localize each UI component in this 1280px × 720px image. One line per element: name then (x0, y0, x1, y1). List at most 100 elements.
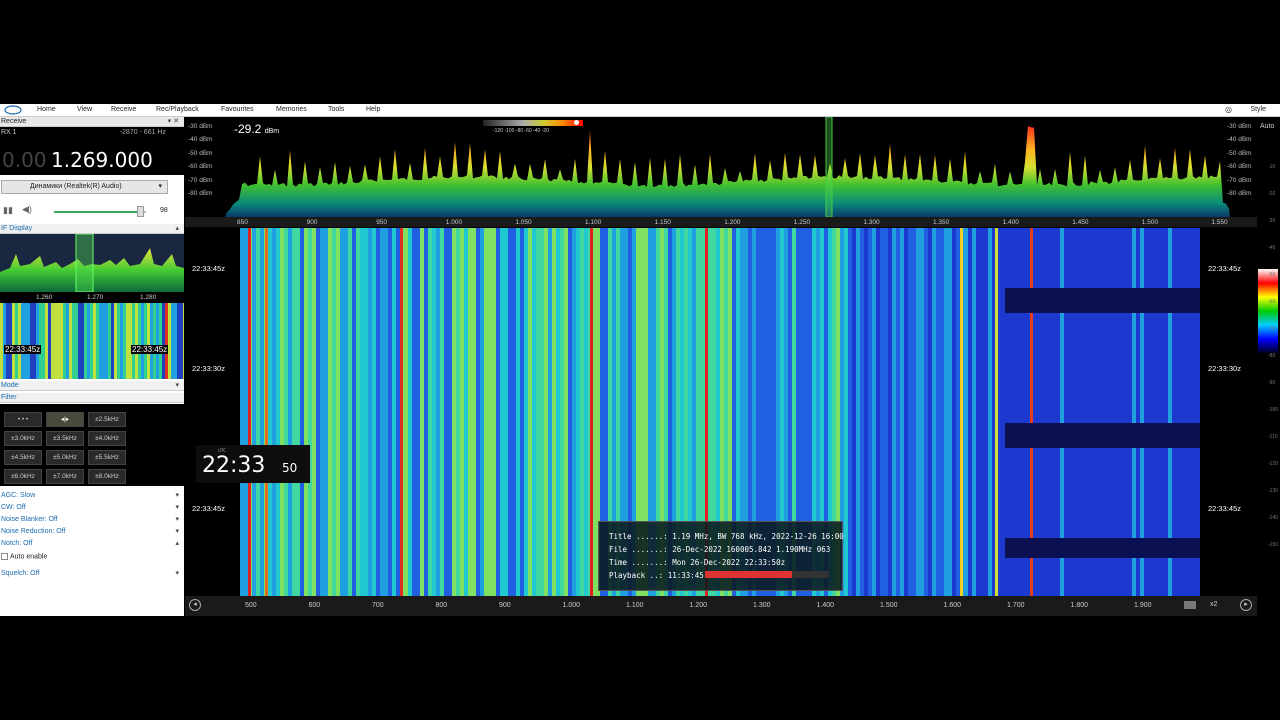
waterfall-stripe (988, 228, 992, 596)
waterfall-stripe (372, 228, 376, 596)
if-waterfall-stripe (159, 303, 162, 379)
menu-view[interactable]: View (77, 106, 92, 113)
if-waterfall[interactable]: 22:33:45z 22:33:45z (0, 303, 184, 379)
waterfall-stripe (492, 228, 496, 596)
if-waterfall-stripe (117, 303, 120, 379)
filter-header[interactable]: Filter (0, 393, 184, 403)
bars-icon[interactable]: ▮▮ (3, 205, 13, 216)
filter-button-8-0khz[interactable]: ±8.0kHz (88, 469, 126, 484)
app-logo-icon[interactable] (4, 105, 22, 115)
spectrum-tick: 900 (306, 219, 318, 226)
spectrum-tick: 1.350 (933, 219, 950, 226)
rail-tick: -120 (1268, 461, 1279, 467)
auto-button[interactable]: Auto (1260, 123, 1274, 130)
filter-button-5-0khz[interactable]: ±5.0kHz (46, 450, 84, 465)
notch-option[interactable]: Notch: Off ▴ (0, 538, 184, 549)
zoom-icon[interactable] (1184, 601, 1196, 609)
audio-device-select[interactable]: Динамики (Realtek(R) Audio) ▾ (1, 180, 168, 194)
mode-header[interactable]: Mode ▾ (0, 381, 184, 391)
waterfall-stripe (432, 228, 436, 596)
if-display-header[interactable]: IF Display ▴ (0, 224, 184, 234)
db-label-right: -70 dBm (1227, 177, 1252, 184)
waterfall-stripe (480, 228, 484, 596)
spectrum-tick: 1.000 (445, 219, 463, 226)
receive-panel-header[interactable]: Receive ▾ ✕ (0, 117, 184, 127)
volume-slider[interactable] (54, 211, 146, 213)
waterfall-stripe (284, 228, 288, 596)
auto-enable-checkbox[interactable]: Auto enable (1, 553, 47, 560)
utc-clock: UTC 22:33 50 (196, 445, 310, 483)
waterfall-stripe (320, 228, 324, 596)
if-waterfall-stripe (132, 303, 135, 379)
style-menu[interactable]: Style (1250, 106, 1266, 113)
waterfall-stripe (292, 228, 296, 596)
squelch-option[interactable]: Squelch: Off ▾ (0, 568, 184, 579)
waterfall-stripe (868, 228, 872, 596)
waterfall-frequency-bar[interactable]: 1.900 1.800 1.700 1.600 1.500 1.400 1.300 1.200… (185, 596, 1257, 616)
waterfall-stripe (572, 228, 576, 596)
waterfall-stripe (364, 228, 368, 596)
waterfall-stripe (516, 228, 520, 596)
waterfall-stripe (508, 228, 512, 596)
filter-button-4-5khz[interactable]: ±4.5kHz (4, 450, 42, 465)
waterfall-stripe (844, 228, 848, 596)
tuning-marker (825, 116, 833, 218)
playback-progress[interactable] (705, 571, 829, 578)
level-scale-labels: -120 -100 -80 -60 -40 -20 (493, 128, 549, 134)
filter-button-3-5khz[interactable]: ±3.5kHz (46, 431, 84, 446)
waterfall-timestamp-right: 22:33:45z (1207, 504, 1242, 513)
if-waterfall-stripe (24, 303, 27, 379)
scroll-right-icon[interactable]: ▸ (1240, 599, 1252, 611)
waterfall-stripe (404, 228, 408, 596)
waterfall-tick: 1.400 (816, 602, 835, 609)
waterfall-stripe (876, 228, 880, 596)
waterfall-stripe (932, 228, 936, 596)
frequency-value[interactable]: 1.269.000 (51, 148, 153, 172)
agc-option[interactable]: AGC: Slow ▾ (0, 490, 184, 501)
menu-receive[interactable]: Receive (111, 106, 136, 113)
if-waterfall-stripe (75, 303, 78, 379)
menu-tools[interactable]: Tools (328, 106, 344, 113)
menu-help[interactable]: Help (366, 106, 380, 113)
menu-favourites[interactable]: Favourites (221, 106, 254, 113)
menu-memories[interactable]: Memories (276, 106, 307, 113)
frequency-display[interactable]: 0.00 1.269.000 (0, 141, 184, 175)
filter-button-5-5khz[interactable]: ±5.5kHz (88, 450, 126, 465)
panel-controls-icon[interactable]: ▾ ✕ (168, 117, 179, 127)
waterfall-tick: 800 (435, 602, 448, 609)
filter-button-custom[interactable]: ◂|▸ (46, 412, 84, 427)
if-spectrum[interactable] (0, 233, 184, 293)
waterfall-stripe (304, 228, 308, 596)
noise-blanker-option[interactable]: Noise Blanker: Off ▾ (0, 514, 184, 525)
waterfall-stripe (316, 228, 320, 596)
waterfall-stripe (584, 228, 588, 596)
filter-button-7-0khz[interactable]: ±7.0kHz (46, 469, 84, 484)
cw-option[interactable]: CW: Off ▾ (0, 502, 184, 513)
filter-button-3-0khz[interactable]: ±3.0kHz (4, 431, 42, 446)
speaker-icon[interactable]: ◀) (22, 204, 32, 215)
waterfall-stripe (268, 228, 272, 596)
checkbox-icon[interactable] (1, 553, 8, 560)
rail-tick: -150 (1268, 542, 1279, 548)
if-waterfall-stripe (138, 303, 141, 379)
if-waterfall-stripe (105, 303, 108, 379)
filter-button-6-0khz[interactable]: ±6.0kHz (4, 469, 42, 484)
filter-button-2-5khz[interactable]: ±2.5kHz (88, 412, 126, 427)
if-waterfall-stripe (72, 303, 75, 379)
rail-tick: -50 (1268, 272, 1276, 278)
noise-reduction-option[interactable]: Noise Reduction: Off ▾ (0, 526, 184, 537)
waterfall-stripe (452, 228, 456, 596)
waterfall-stripe (244, 228, 248, 596)
waterfall-stripe (576, 228, 580, 596)
menu-rec-playback[interactable]: Rec/Playback (156, 106, 199, 113)
if-waterfall-stripe (66, 303, 69, 379)
waterfall-stripe (396, 228, 400, 596)
waterfall-stripe (936, 228, 940, 596)
filter-button-more[interactable]: • • • (4, 412, 42, 427)
filter-button-4-0khz[interactable]: ±4.0kHz (88, 431, 126, 446)
main-spectrum[interactable]: -29.2 dBm -120 -100 -80 -60 -40 -20 -30 … (185, 116, 1257, 218)
menu-home[interactable]: Home (37, 106, 56, 113)
volume-slider-handle[interactable] (137, 206, 144, 217)
scroll-left-icon[interactable]: ◂ (189, 599, 201, 611)
zoom-level[interactable]: x2 (1210, 601, 1217, 608)
